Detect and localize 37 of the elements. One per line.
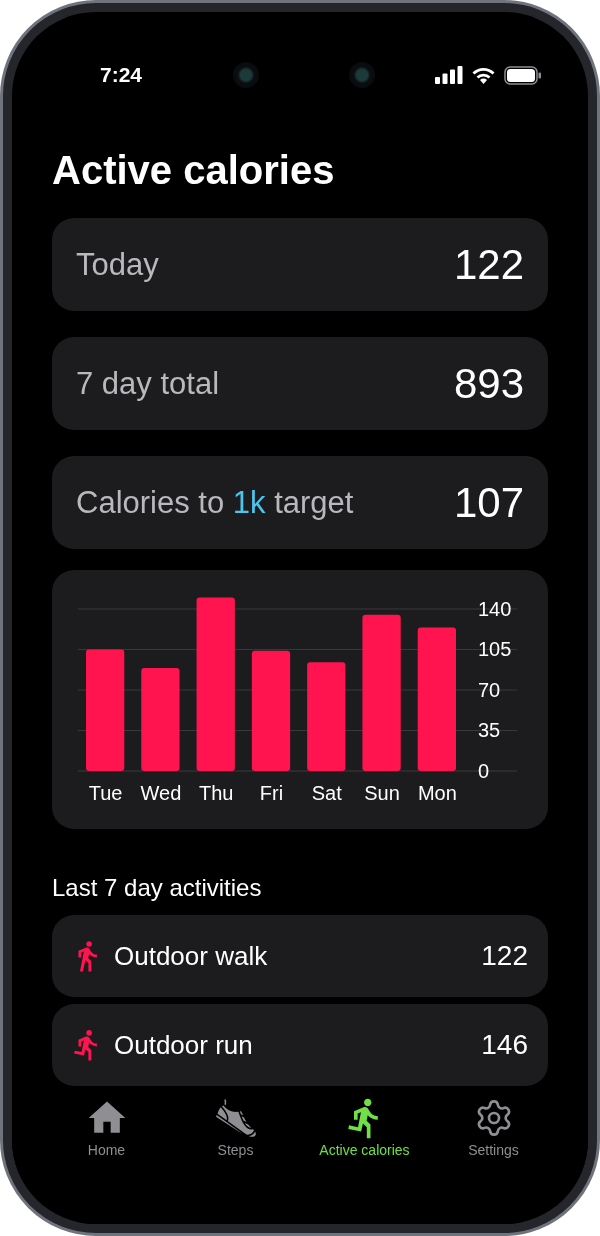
axis-label: 35 [478, 719, 501, 742]
activity-value: 146 [481, 1029, 528, 1061]
page-title: Active calories [52, 147, 336, 194]
wifi-icon [471, 66, 496, 84]
stat-value: 893 [453, 359, 524, 408]
stat-label: Today [76, 246, 159, 283]
axis-label: 0 [478, 760, 490, 782]
axis-label: 105 [478, 638, 512, 661]
axis-label: Tue [88, 782, 123, 804]
shoe-icon [213, 1096, 258, 1140]
axis-label: Wed [140, 782, 182, 804]
stat-value: 122 [453, 240, 524, 289]
axis-label: Sun [364, 782, 400, 804]
tab[interactable]: Settings [429, 1096, 558, 1158]
battery-icon [504, 65, 542, 85]
activity-row[interactable]: Outdoor walk 122 [52, 915, 548, 997]
section-title: Last 7 day activities [52, 873, 263, 903]
axis-label: 70 [478, 679, 501, 701]
stat-value: 107 [453, 478, 524, 527]
tab[interactable]: Home [42, 1096, 171, 1158]
activity-name: Outdoor walk [114, 940, 269, 972]
activity-row[interactable]: Outdoor run 146 [52, 1004, 548, 1086]
axis-label: 140 [478, 597, 512, 620]
tab[interactable]: Active calories [300, 1096, 429, 1158]
activity-name: Outdoor run [114, 1029, 254, 1061]
stat-label: 7 day total [76, 365, 220, 402]
signal-icon [435, 66, 463, 84]
axis-label: Mon [417, 782, 457, 804]
axis-label: Sat [311, 782, 342, 804]
sensor-icon [348, 62, 375, 88]
status-time: 7:24 [100, 62, 143, 88]
axis-label: Thu [199, 782, 234, 804]
activity-value: 122 [481, 940, 528, 972]
stat-label: Calories to 1k target [76, 484, 354, 521]
tab[interactable]: Steps [171, 1096, 300, 1158]
camera-icon [232, 62, 259, 88]
axis-label: Fri [259, 782, 284, 804]
